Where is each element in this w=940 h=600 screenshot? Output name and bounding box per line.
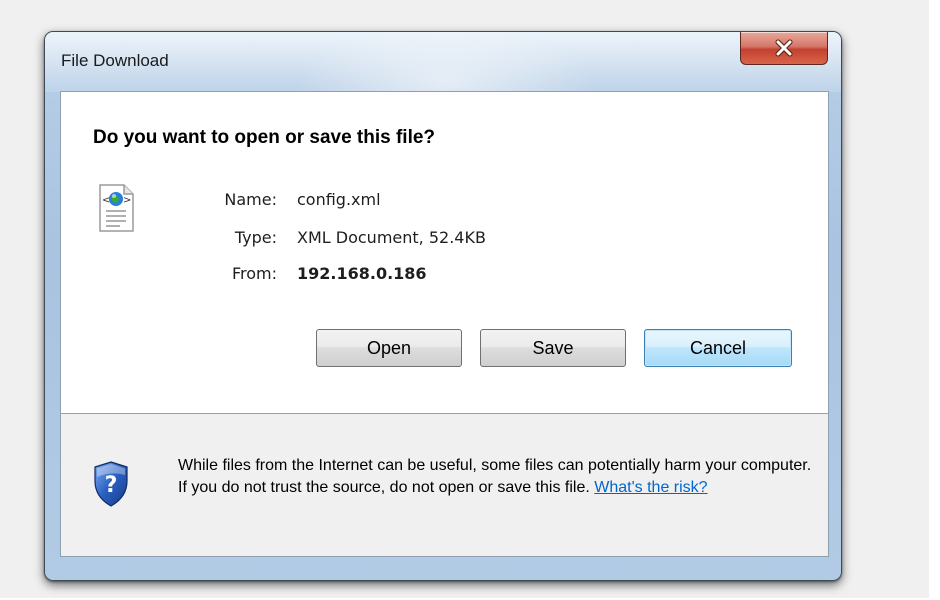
file-name-value: config.xml bbox=[297, 190, 381, 209]
shield-question-icon: ? bbox=[94, 461, 128, 512]
warning-message: While files from the Internet can be use… bbox=[178, 457, 812, 496]
file-from-row: From: 192.168.0.186 bbox=[61, 264, 828, 286]
whats-the-risk-link[interactable]: What's the risk? bbox=[594, 479, 707, 496]
window-title: File Download bbox=[61, 51, 169, 70]
file-type-value: XML Document, 52.4KB bbox=[297, 228, 486, 247]
warning-section: ? While files from the Internet can be u… bbox=[61, 414, 828, 556]
file-from-value: 192.168.0.186 bbox=[297, 264, 427, 283]
file-from-label: From: bbox=[231, 264, 277, 283]
security-warning-text: While files from the Internet can be use… bbox=[178, 455, 818, 499]
file-type-row: Type: XML Document, 52.4KB bbox=[61, 228, 828, 250]
file-name-row: Name: config.xml bbox=[61, 190, 828, 212]
save-button[interactable]: Save bbox=[480, 329, 626, 367]
close-icon bbox=[775, 39, 793, 57]
dialog-prompt: Do you want to open or save this file? bbox=[93, 127, 436, 148]
dialog-client-area: Do you want to open or save this file? <… bbox=[60, 91, 829, 557]
close-button[interactable] bbox=[740, 32, 828, 65]
file-type-label: Type: bbox=[234, 228, 277, 247]
cancel-button[interactable]: Cancel bbox=[644, 329, 792, 367]
open-button[interactable]: Open bbox=[316, 329, 462, 367]
svg-text:?: ? bbox=[105, 473, 118, 498]
file-name-label: Name: bbox=[224, 190, 277, 209]
